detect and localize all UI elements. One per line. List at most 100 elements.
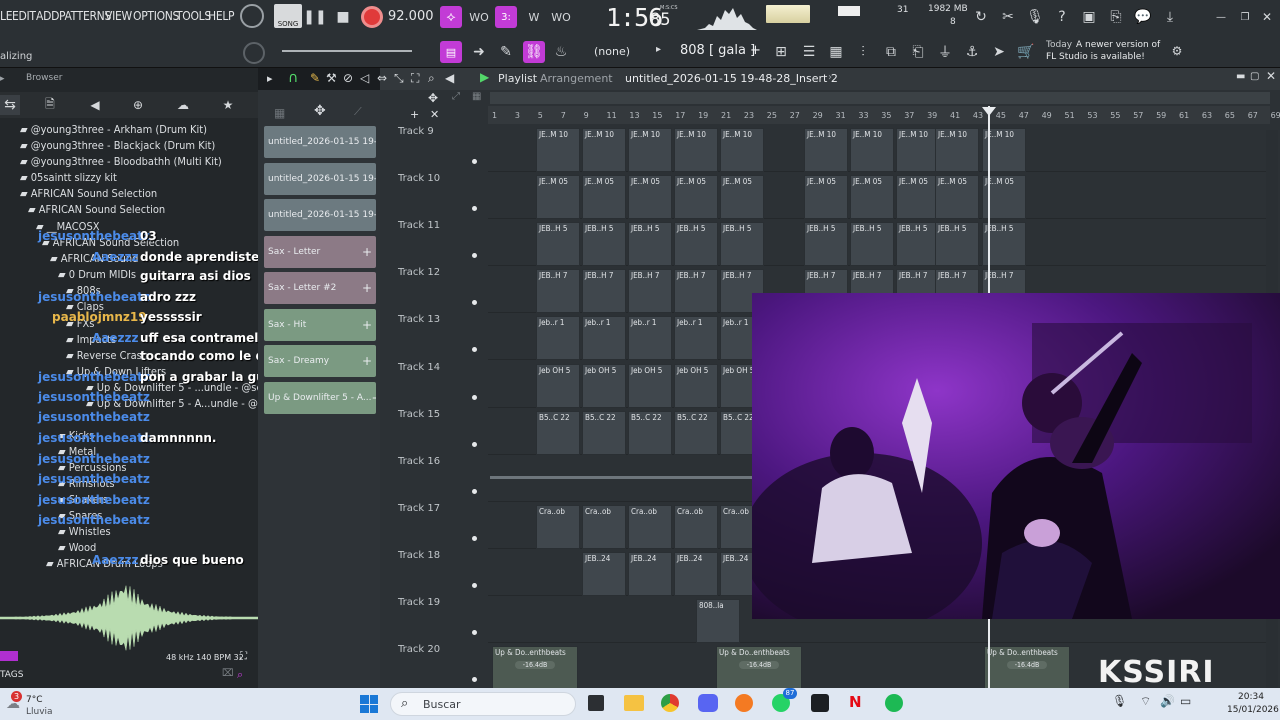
browser-plugins-tab-icon[interactable]: ◀	[85, 95, 105, 115]
mixer-icon[interactable]: ⫶	[852, 41, 874, 63]
countdown-button[interactable]: 3:	[495, 6, 517, 28]
pattern-clip[interactable]: JE..M 10	[582, 128, 626, 172]
track-label[interactable]: Track 20	[398, 644, 440, 655]
browser-all-tab-icon[interactable]: ⇆	[0, 95, 20, 115]
pattern-clip[interactable]: JEB..H 5	[896, 222, 940, 267]
update-line-2[interactable]: FL Studio is available!	[1046, 52, 1145, 62]
browser-folder[interactable]: ▰ AFRICAN Sound Selection	[20, 187, 157, 200]
ruler-bar-number[interactable]: 11	[607, 111, 617, 120]
plug-icon[interactable]: ⏚	[934, 41, 956, 63]
pattern-clip[interactable]: Jeb OH 5	[628, 363, 672, 408]
record-button[interactable]	[361, 6, 383, 28]
pattern-clip[interactable]: JEB..24	[628, 551, 672, 596]
track-label[interactable]: Track 17	[398, 503, 440, 514]
audio-clip[interactable]: Up & Do..enthbeats -16.4dB	[716, 646, 802, 691]
link-icon[interactable]: ⛓	[523, 41, 545, 63]
ruler-bar-number[interactable]: 21	[721, 111, 731, 120]
snap-button[interactable]: ▤	[440, 41, 462, 63]
tag-search-icon[interactable]: ⌕	[237, 668, 243, 682]
track-label[interactable]: Track 12	[398, 267, 440, 278]
track-mute-indicator[interactable]	[472, 677, 477, 683]
ruler-bar-number[interactable]: 65	[1225, 111, 1235, 120]
close-track-icon[interactable]: ✕	[430, 108, 439, 121]
chrome-icon[interactable]	[661, 694, 679, 712]
pattern-clip[interactable]: JE..M 05	[536, 175, 580, 220]
pattern-clip[interactable]: JE..M 10	[536, 128, 580, 172]
master-volume-slider[interactable]	[282, 50, 412, 52]
metronome-button[interactable]: ⟡	[440, 6, 462, 28]
timeline-ruler[interactable]	[488, 106, 1270, 124]
track-mute-indicator[interactable]	[472, 347, 477, 353]
pattern-clip[interactable]: Jeb..r 1	[582, 316, 626, 361]
pattern-clip[interactable]: Jeb OH 5	[582, 363, 626, 408]
sample-info-icon[interactable]: ⛶	[240, 651, 247, 662]
track-mute-indicator[interactable]	[472, 441, 477, 447]
send-icon[interactable]: ➤	[988, 41, 1010, 63]
pencil-icon[interactable]: ✎	[495, 41, 517, 63]
channel-add-icon[interactable]: +	[362, 245, 372, 259]
track-mute-indicator[interactable]	[472, 159, 477, 164]
menu-options[interactable]: OPTIONS	[133, 9, 179, 23]
song-mode-button[interactable]: SONG	[274, 4, 302, 28]
track-mute-indicator[interactable]	[472, 300, 477, 306]
ruler-bar-number[interactable]: 57	[1133, 111, 1143, 120]
ruler-bar-number[interactable]: 9	[584, 111, 589, 120]
playlist-play-icon[interactable]: ▶	[480, 70, 489, 84]
pattern-clip[interactable]: JE..M 10	[935, 128, 979, 172]
ruler-bar-number[interactable]: 35	[881, 111, 891, 120]
channel-add-icon[interactable]: +	[362, 281, 372, 295]
pattern-clip[interactable]: JE..M 10	[850, 128, 894, 172]
ruler-bar-number[interactable]: 25	[767, 111, 777, 120]
fl-update-icon[interactable]: ⚙	[1166, 40, 1188, 62]
paint-tool-icon[interactable]: ⚒	[326, 71, 337, 85]
play-button[interactable]: ❚❚	[303, 6, 326, 28]
pattern-clip[interactable]: Cra..ob	[628, 504, 672, 549]
pattern-clip[interactable]: JE..M 05	[628, 175, 672, 220]
pattern-clip[interactable]: JE..M 05	[720, 175, 764, 220]
pattern-clip[interactable]: Cra..ob	[536, 504, 580, 549]
audio-clip[interactable]: Up & Do..enthbeats -16.4dB	[984, 646, 1070, 691]
undo-icon[interactable]: ↻	[970, 6, 992, 28]
file-explorer-icon[interactable]	[624, 695, 644, 711]
channel-button[interactable]: Up & Downlifter 5 - A...+	[264, 381, 376, 414]
track-mute-indicator[interactable]	[472, 630, 477, 635]
tempo-display[interactable]: 92.000	[388, 9, 434, 24]
taskbar-date[interactable]: 15/01/2026	[1227, 705, 1279, 715]
ruler-bar-number[interactable]: 49	[1042, 111, 1052, 120]
ruler-bar-number[interactable]: 1	[492, 111, 497, 120]
close-window-icon[interactable]: ✕	[1256, 6, 1278, 28]
shop-cart-icon[interactable]: 🛒	[1015, 41, 1037, 63]
pattern-grid-icon[interactable]: ▦	[472, 91, 481, 102]
tray-wifi-icon[interactable]: ⌔	[1140, 694, 1151, 709]
menu-file[interactable]: LE	[0, 9, 13, 23]
pattern-clip[interactable]: JE..M 10	[896, 128, 940, 172]
menu-tools[interactable]: TOOLS	[176, 9, 211, 23]
track-mute-indicator[interactable]	[472, 488, 477, 494]
browser-favorites-tab-icon[interactable]: ★	[218, 95, 238, 115]
channel-button[interactable]: untitled_2026-01-15 19-...	[264, 199, 376, 231]
pattern-clip[interactable]: B5..C 22	[628, 410, 672, 455]
stop-button[interactable]: ■	[332, 6, 354, 28]
master-pitch-knob[interactable]	[243, 42, 265, 64]
channel-button[interactable]: Sax - Letter +	[264, 235, 376, 268]
tray-volume-icon[interactable]: 🔊	[1160, 694, 1175, 708]
cut-tool-icon[interactable]: ✂	[997, 6, 1019, 28]
add-track-icon[interactable]: +	[410, 108, 419, 121]
channel-add-icon[interactable]: +	[362, 354, 372, 368]
master-volume-knob[interactable]	[240, 4, 264, 28]
track-label[interactable]: Track 9	[398, 126, 434, 137]
ruler-bar-number[interactable]: 51	[1065, 111, 1075, 120]
pattern-clip[interactable]: JEB..H 5	[674, 222, 718, 267]
weather-temp[interactable]: 7°C	[26, 695, 43, 705]
menu-help[interactable]: HELP	[208, 9, 235, 23]
ruler-bar-number[interactable]: 7	[561, 111, 566, 120]
project-browser-icon[interactable]: ⎗	[907, 41, 929, 63]
ruler-bar-number[interactable]: 67	[1248, 111, 1258, 120]
track-mute-indicator[interactable]	[472, 535, 477, 541]
menu-add[interactable]: ADD	[36, 9, 59, 23]
wait-input-button[interactable]: WO	[468, 6, 490, 28]
scroll-arrows-icon[interactable]: ✥	[428, 91, 438, 105]
browser-folder[interactable]: ▰ @young3three - Arkham (Drum Kit)	[20, 123, 207, 136]
pattern-clip[interactable]: JEB..H 5	[536, 222, 580, 267]
track-label[interactable]: Track 15	[398, 409, 440, 420]
